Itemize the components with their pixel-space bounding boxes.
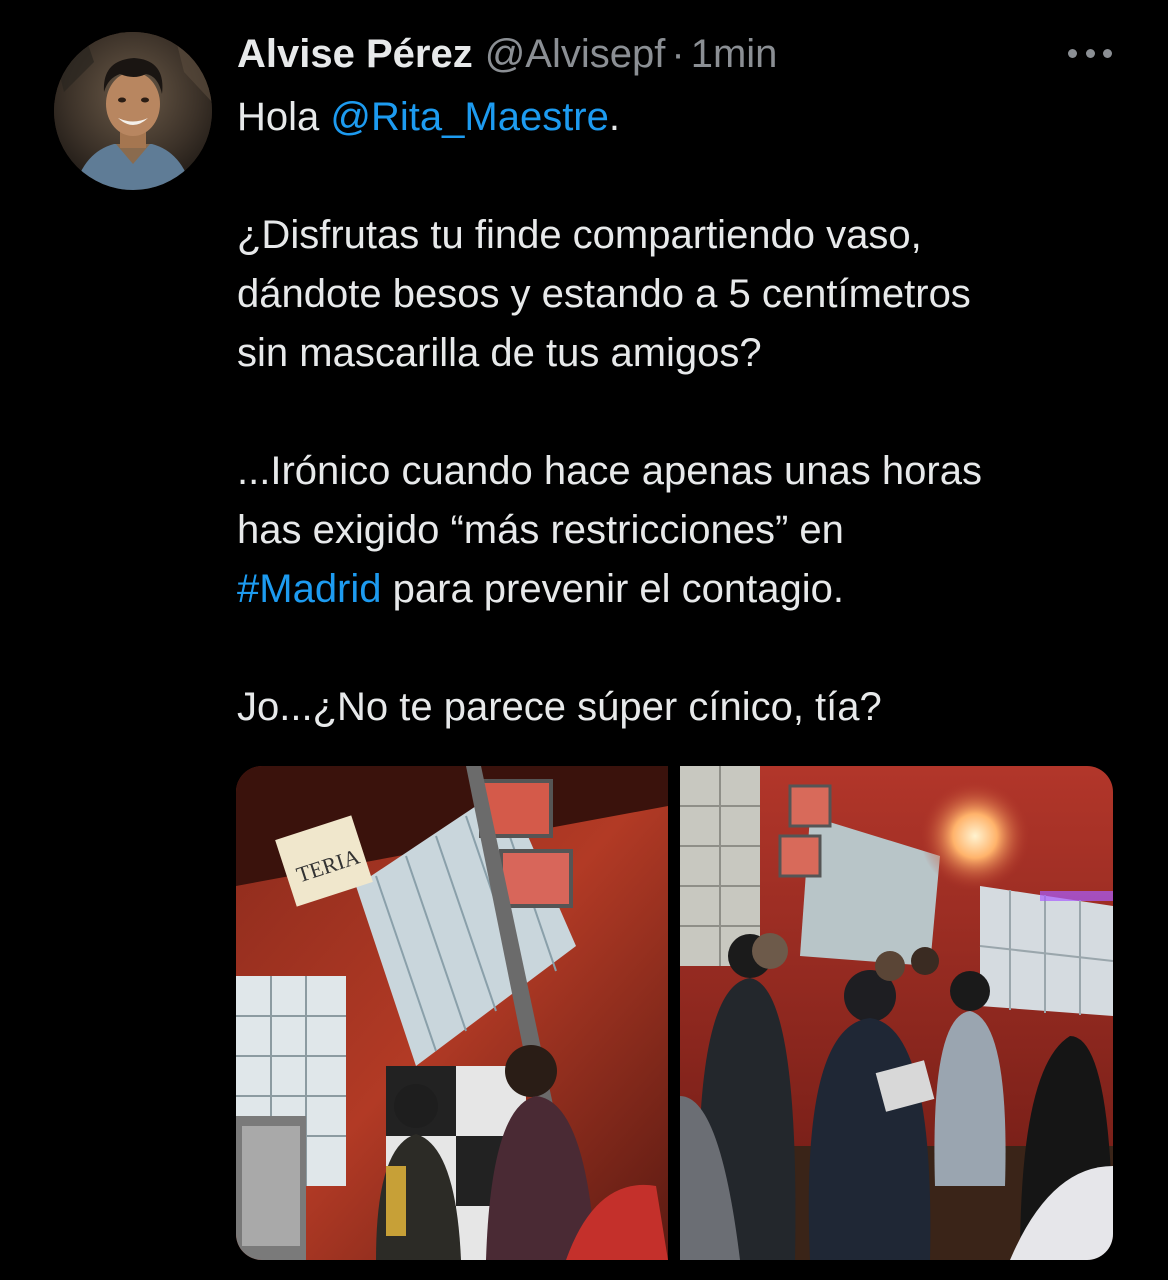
attached-photo-2[interactable] — [680, 766, 1113, 1260]
mention-link[interactable]: @Rita_Maestre — [330, 95, 608, 139]
text-fragment: para prevenir el contagio. — [381, 567, 845, 611]
greeting-suffix: . — [608, 95, 620, 139]
text-line: ¿Disfrutas tu finde compartiendo vaso, — [237, 213, 922, 257]
tweet-header: Alvise Pérez @Alvisepf · 1min — [237, 28, 777, 80]
header-separator: · — [671, 32, 685, 76]
tweet-timestamp[interactable]: 1min — [691, 28, 778, 80]
author-display-name[interactable]: Alvise Pérez — [237, 28, 473, 80]
media-grid: TERIA — [236, 766, 1113, 1260]
more-horizontal-icon — [1068, 48, 1077, 58]
bar-interior-photo: TERIA — [236, 766, 668, 1260]
text-line: Jo...¿No te parece súper cínico, tía? — [237, 685, 882, 729]
crowded-bar-photo — [680, 766, 1113, 1260]
tweet-text: Hola @Rita_Maestre. ¿Disfrutas tu finde … — [237, 88, 1137, 737]
more-horizontal-icon-dot — [1103, 48, 1112, 58]
hashtag-link[interactable]: #Madrid — [237, 567, 382, 611]
tweet[interactable]: Alvise Pérez @Alvisepf · 1min Hola @Rita… — [0, 0, 1168, 1280]
author-handle[interactable]: @Alvisepf — [485, 28, 666, 80]
greeting-text: Hola — [237, 95, 331, 139]
more-options-button[interactable] — [1068, 40, 1112, 66]
text-line: has exigido “más restricciones” en — [237, 508, 844, 552]
text-line: ...Irónico cuando hace apenas unas horas — [237, 449, 982, 493]
text-line: Hola @Rita_Maestre. — [237, 88, 1137, 147]
text-line: #Madrid para prevenir el contagio. — [237, 560, 1137, 619]
author-avatar[interactable] — [54, 32, 212, 190]
avatar-image — [54, 32, 212, 190]
attached-photo-1[interactable]: TERIA — [236, 766, 668, 1260]
text-line: dándote besos y estando a 5 centímetros — [237, 272, 971, 316]
more-horizontal-icon-dot — [1085, 48, 1095, 58]
text-line: sin mascarilla de tus amigos? — [237, 331, 762, 375]
